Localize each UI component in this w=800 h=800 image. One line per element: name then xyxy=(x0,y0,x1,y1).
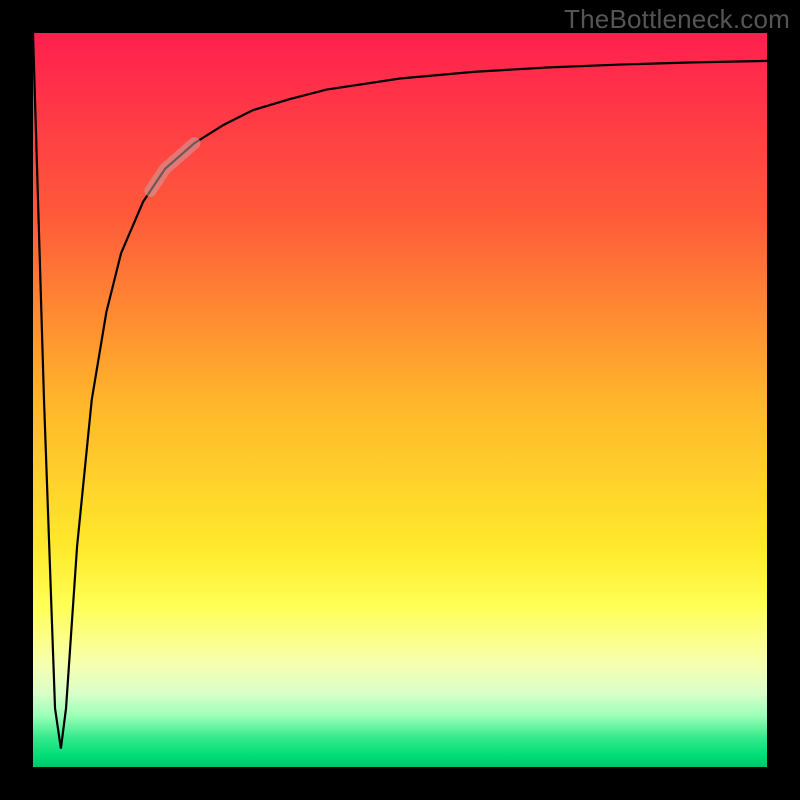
bottleneck-chart xyxy=(0,0,800,800)
plot-background xyxy=(33,33,767,767)
chart-frame: TheBottleneck.com xyxy=(0,0,800,800)
